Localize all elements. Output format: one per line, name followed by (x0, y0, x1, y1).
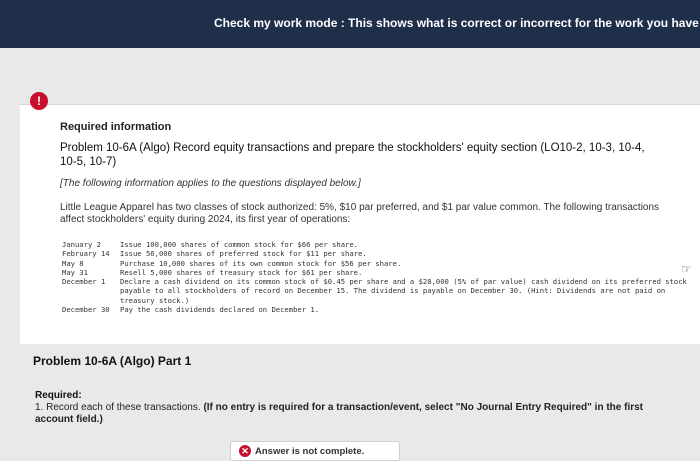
transaction-row: January 2 Issue 100,000 shares of common… (62, 240, 690, 249)
transaction-row: December 1 Declare a cash dividend on it… (62, 277, 690, 305)
transaction-row: December 30 Pay the cash dividends decla… (62, 305, 690, 314)
answer-status-text: Answer is not complete. (255, 445, 365, 457)
answer-status-badge: ✕ Answer is not complete. (230, 441, 400, 461)
transaction-row: February 14 Issue 56,000 shares of prefe… (62, 249, 690, 258)
applies-note: [The following information applies to th… (60, 178, 361, 189)
transaction-description: Issue 56,000 shares of preferred stock f… (120, 249, 367, 259)
check-my-work-banner: Check my work mode : This shows what is … (0, 0, 700, 48)
transaction-row: May 31 Resell 5,000 shares of treasury s… (62, 268, 690, 277)
transaction-date: May 8 (62, 258, 84, 268)
required-information-heading: Required information (60, 121, 172, 133)
part-title: Problem 10-6A (Algo) Part 1 (33, 354, 192, 368)
transaction-description: Resell 5,000 shares of treasury stock fo… (120, 267, 363, 277)
instruction-text: 1. Record each of these transactions. (35, 402, 204, 413)
problem-intro: Little League Apparel has two classes of… (60, 202, 660, 225)
alert-icon: ! (30, 92, 48, 110)
transaction-date: December 1 (62, 277, 106, 287)
transaction-description: Declare a cash dividend on its common st… (120, 277, 687, 305)
part-instruction: 1. Record each of these transactions. (I… (35, 402, 675, 426)
problem-title: Problem 10-6A (Algo) Record equity trans… (60, 142, 645, 168)
incorrect-x-icon: ✕ (239, 445, 251, 457)
transaction-date: December 30 (62, 305, 110, 315)
transaction-description: Pay the cash dividends declared on Decem… (120, 305, 320, 315)
transaction-description: Issue 100,000 shares of common stock for… (120, 240, 358, 249)
transaction-description: Purchase 10,000 shares of its own common… (120, 258, 402, 268)
banner-text: Check my work mode : This shows what is … (214, 16, 700, 30)
required-label: Required: (35, 390, 82, 401)
transaction-row: May 8 Purchase 10,000 shares of its own … (62, 259, 690, 268)
transactions-list: January 2 Issue 100,000 shares of common… (62, 240, 690, 314)
transaction-date: February 14 (62, 249, 110, 259)
mouse-cursor-icon: ☞ (681, 262, 692, 276)
transaction-date: January 2 (62, 240, 101, 249)
transaction-date: May 31 (62, 267, 88, 277)
